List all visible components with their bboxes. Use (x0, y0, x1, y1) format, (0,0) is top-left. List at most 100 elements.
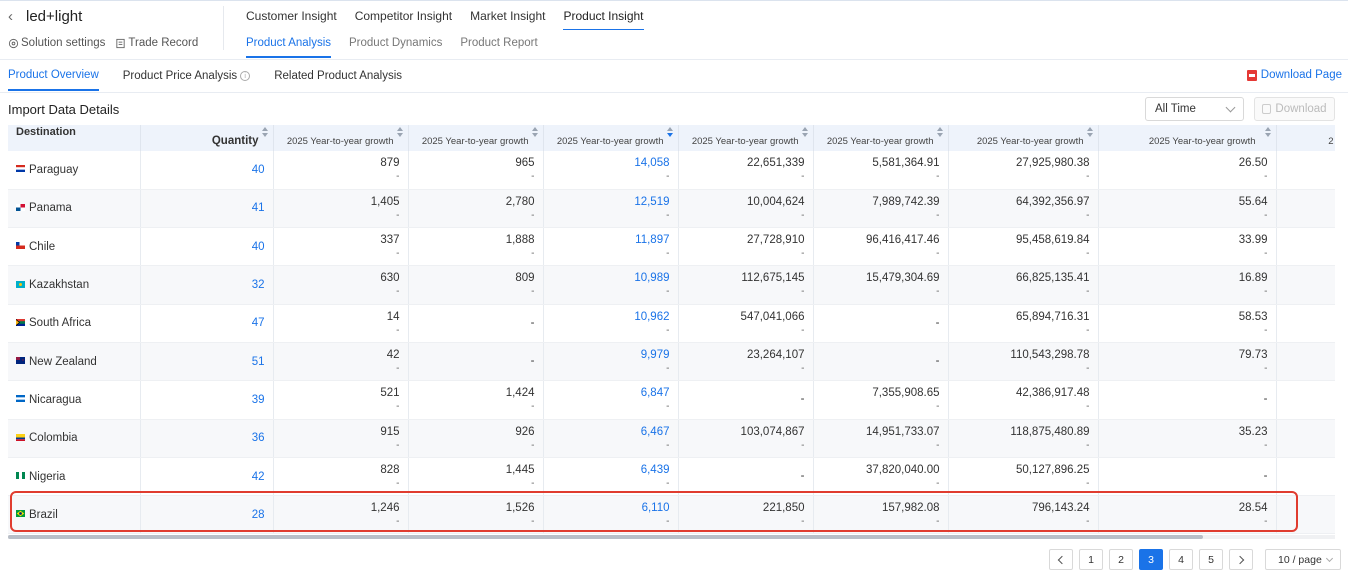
col-metric-1[interactable]: 2025 Year-to-year growth (273, 125, 409, 151)
solution-settings-link[interactable]: Solution settings (8, 37, 105, 49)
page-3-button[interactable]: 3 (1139, 549, 1163, 570)
growth-value: - (801, 516, 805, 528)
page-5-button[interactable]: 5 (1199, 549, 1223, 570)
cell-quantity[interactable]: 41 (140, 189, 274, 229)
metric-value: 12,519 (634, 195, 670, 208)
cell-quantity[interactable]: 42 (140, 457, 274, 497)
col-metric-6[interactable]: 2025 Year-to-year growth (948, 125, 1099, 151)
table-row[interactable]: Chile 40 337-1,888-11,897-27,728,910-96,41… (8, 227, 1335, 267)
cell-metric-1: 630- (273, 265, 409, 305)
page-1-button[interactable]: 1 (1079, 549, 1103, 570)
cell-destination: Colombia (8, 419, 141, 458)
cell-metric-3[interactable]: 6,110- (543, 495, 679, 535)
cell-metric-3[interactable]: 14,058 - (543, 151, 679, 190)
table-row[interactable]: Brazil 28 1,246-1,526-6,110-221,850-157,98… (8, 495, 1335, 535)
page-size-select[interactable]: 10 / page (1265, 549, 1341, 570)
metric-value: 14,058 (634, 157, 670, 169)
page-4-button[interactable]: 4 (1169, 549, 1193, 570)
cell-metric-3[interactable]: 10,962- (543, 304, 679, 343)
metric-value: 547,041,066 (740, 310, 805, 323)
cell-metric-5: 96,416,417.46- (813, 227, 949, 267)
download-button[interactable]: Download (1254, 97, 1335, 121)
sort-icon[interactable] (261, 127, 268, 137)
cell-quantity[interactable]: 51 (140, 342, 274, 382)
cell-destination: Panama (8, 189, 141, 229)
tab-product-overview[interactable]: Product Overview (8, 69, 99, 91)
cell-metric-3[interactable]: 6,439- (543, 457, 679, 497)
table-row[interactable]: Colombia 36 915-926-6,467-103,074,867-14,9… (8, 419, 1335, 458)
info-icon[interactable]: i (240, 71, 251, 81)
cell-metric-5: 7,989,742.39- (813, 189, 949, 229)
tab-competitor-insight[interactable]: Competitor Insight (355, 9, 452, 30)
back-chevron-icon[interactable]: ‹ (8, 8, 18, 25)
tab-customer-insight[interactable]: Customer Insight (246, 9, 337, 30)
cell-metric-3[interactable]: 10,989- (543, 265, 679, 305)
tab-market-insight[interactable]: Market Insight (470, 9, 545, 30)
horizontal-scrollbar[interactable] (8, 535, 1335, 539)
sort-icon[interactable] (531, 127, 538, 137)
growth-value: - (936, 439, 940, 451)
col-quantity[interactable]: Quantity (140, 125, 274, 151)
prev-page-button[interactable] (1049, 549, 1073, 570)
cell-quantity[interactable]: 28 (140, 495, 274, 535)
flag-chile-icon (16, 242, 25, 250)
table-row[interactable]: Kazakhstan 32 630-809-10,989-112,675,145-1… (8, 265, 1335, 305)
cell-destination: Paraguay (8, 151, 141, 190)
table-row[interactable]: Nigeria 42 828-1,445-6,439- -37,820,040.00-… (8, 457, 1335, 497)
sort-icon[interactable] (1264, 127, 1271, 137)
col-metric-5[interactable]: 2025 Year-to-year growth (813, 125, 949, 151)
cell-quantity[interactable]: 32 (140, 265, 274, 305)
cell-quantity[interactable]: 40 (140, 227, 274, 267)
cell-quantity[interactable]: 47 (140, 304, 274, 343)
col-metric-2[interactable]: 2025 Year-to-year growth (408, 125, 544, 151)
tab-product-dynamics[interactable]: Product Dynamics (349, 37, 442, 58)
tab-related-product-analysis[interactable]: Related Product Analysis (274, 69, 402, 91)
table-row[interactable]: Nicaragua 39 521-1,424-6,847- -7,355,908.65… (8, 380, 1335, 420)
growth-value: - (666, 516, 670, 528)
growth-value: - (1086, 477, 1090, 489)
time-range-select[interactable]: All Time (1145, 97, 1244, 121)
sort-icon[interactable] (396, 127, 403, 137)
download-page-link[interactable]: Download Page (1246, 69, 1342, 81)
metric-value: 7,355,908.65 (872, 387, 940, 400)
tab-product-report[interactable]: Product Report (460, 37, 537, 58)
sort-icon[interactable] (936, 127, 943, 137)
growth-value: - (801, 286, 805, 298)
cell-metric-3[interactable]: 6,847- (543, 380, 679, 420)
table-row[interactable]: New Zealand 51 42- -9,979-23,264,107- -110,5… (8, 342, 1335, 382)
table-body: Paraguay 40 879-965-14,058-22,651,339-5,58… (8, 151, 1335, 535)
cell-metric-2: 1,424- (408, 380, 544, 420)
trade-record-link[interactable]: Trade Record (115, 37, 198, 49)
tab-product-price-analysis[interactable]: Product Price Analysis i (123, 69, 251, 91)
table-row[interactable]: Paraguay 40 879-965-14,058-22,651,339-5,58… (8, 151, 1335, 190)
table-row[interactable]: Panama 41 1,405-2,780-12,519-10,004,624-7,… (8, 189, 1335, 229)
sort-icon-active[interactable] (666, 127, 673, 137)
next-page-button[interactable] (1229, 549, 1253, 570)
sort-icon[interactable] (1086, 127, 1093, 137)
cell-metric-5: 157,982.08- (813, 495, 949, 535)
sort-icon[interactable] (801, 127, 808, 137)
tab-product-analysis[interactable]: Product Analysis (246, 37, 332, 58)
cell-metric-1: 521- (273, 380, 409, 420)
cell-metric-3[interactable]: 12,519- (543, 189, 679, 229)
cell-metric-3[interactable]: 6,467- (543, 419, 679, 458)
metric-value: 7,989,742.39 (872, 195, 940, 208)
page-2-button[interactable]: 2 (1109, 549, 1133, 570)
col-destination: Destination (8, 125, 141, 151)
growth-value: - (531, 171, 535, 182)
col-metric-7[interactable]: 2025 Year-to-year growth (1098, 125, 1277, 151)
col-metric-3[interactable]: 2025 Year-to-year growth (543, 125, 679, 151)
cell-metric-3[interactable]: 11,897- (543, 227, 679, 267)
tab-product-insight[interactable]: Product Insight (563, 9, 644, 30)
metric-value: 6,439 (640, 463, 670, 476)
cell-quantity[interactable]: 36 (140, 419, 274, 458)
cell-metric-3[interactable]: 9,979- (543, 342, 679, 382)
cell-metric-6: 42,386,917.48- (948, 380, 1099, 420)
metric-value: 5,581,364.91 (872, 157, 940, 169)
metric-value: 828 (380, 463, 400, 476)
cell-quantity[interactable]: 40 (140, 151, 274, 190)
table-row[interactable]: South Africa 47 14- -10,962-547,041,066- -65… (8, 304, 1335, 343)
col-metric-4[interactable]: 2025 Year-to-year growth (678, 125, 814, 151)
scrollbar-thumb[interactable] (8, 535, 1203, 539)
cell-quantity[interactable]: 39 (140, 380, 274, 420)
